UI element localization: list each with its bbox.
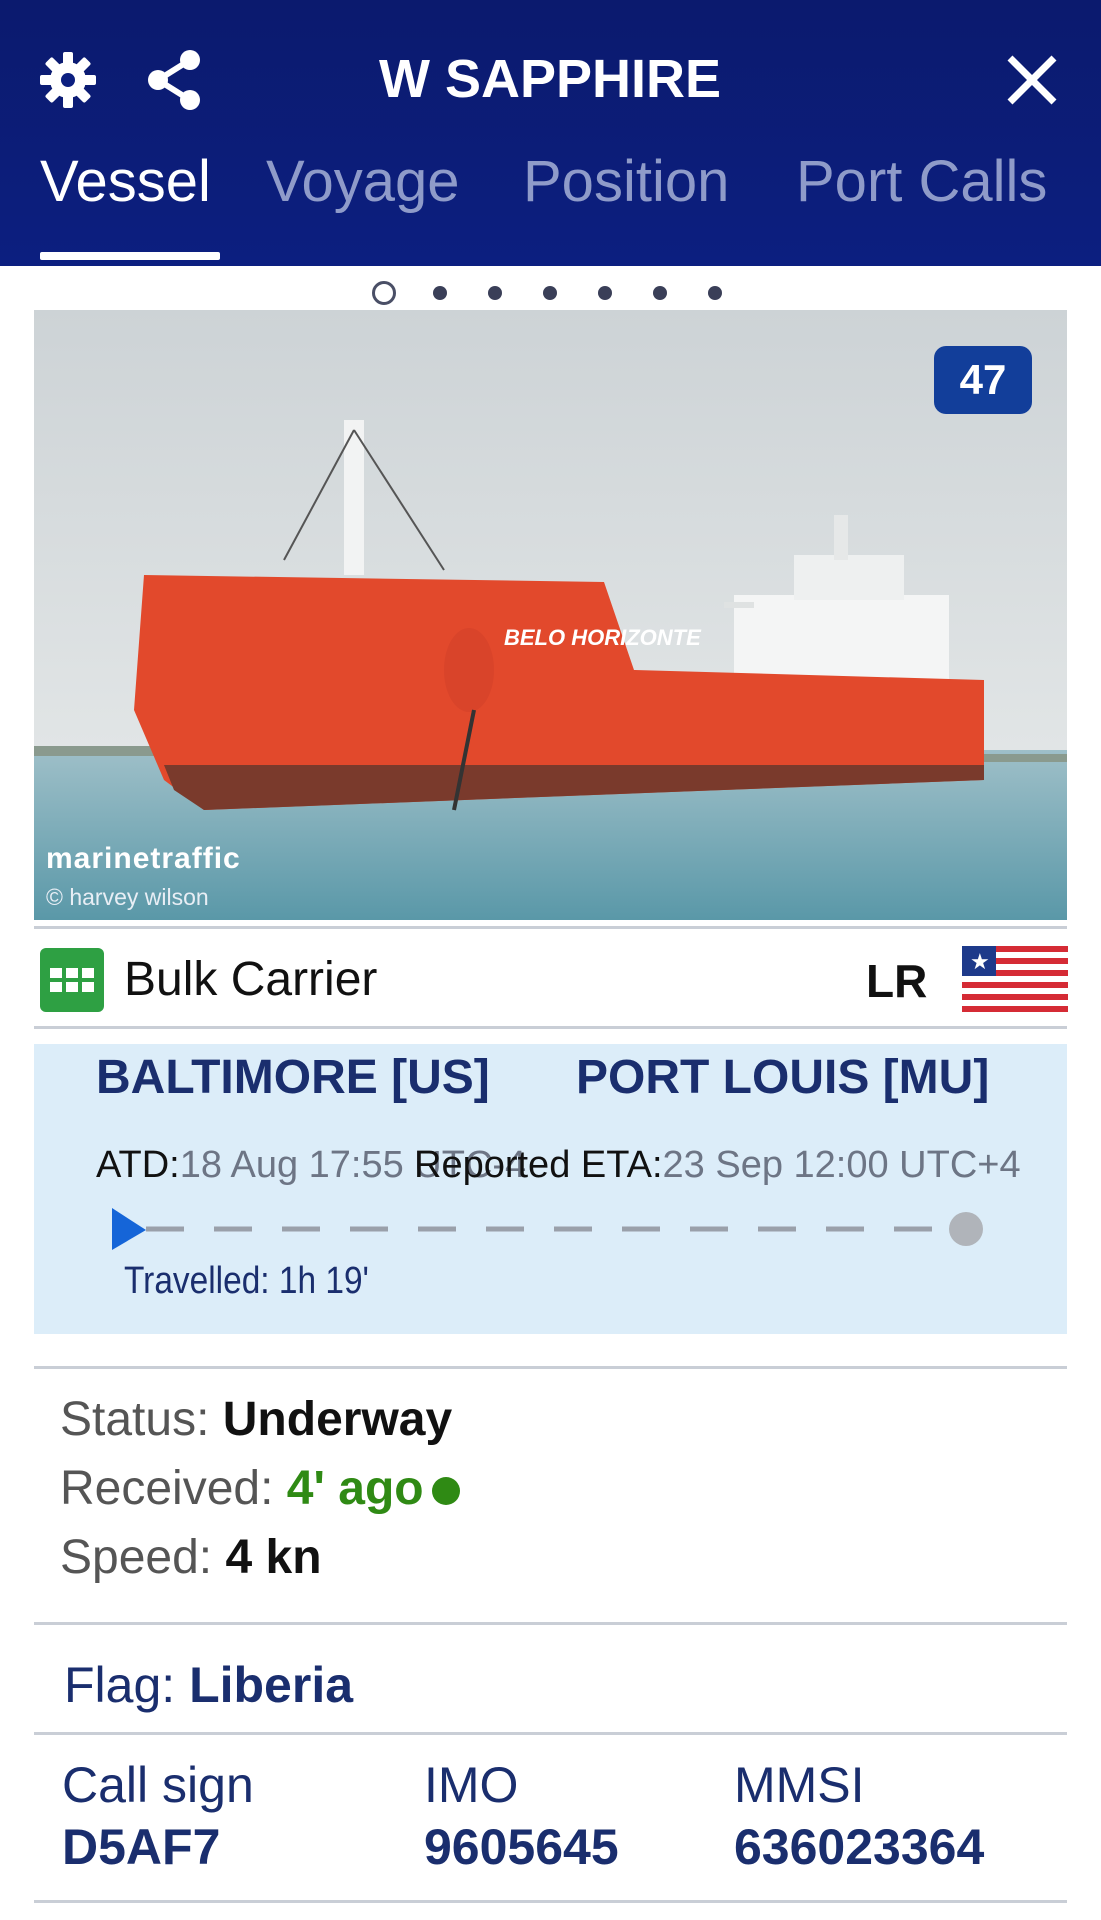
flag-label: Flag: <box>64 1657 176 1713</box>
mmsi-block: MMSI 636023364 <box>734 1756 984 1876</box>
mmsi-value: 636023364 <box>734 1819 985 1875</box>
vessel-type-icon <box>40 948 104 1012</box>
mmsi-label: MMSI <box>734 1757 865 1813</box>
status-label: Status: <box>60 1393 210 1446</box>
pager-dot[interactable] <box>708 286 722 300</box>
divider <box>34 1026 1067 1029</box>
status-row: Status: Underway <box>60 1392 460 1447</box>
pager-dot[interactable] <box>543 286 557 300</box>
pager-dot[interactable] <box>598 286 612 300</box>
call-sign-label: Call sign <box>62 1757 254 1813</box>
divider <box>34 1622 1067 1625</box>
photo-credit: © harvey wilson <box>46 884 209 910</box>
liberia-flag-icon: ★ <box>962 946 1068 1012</box>
received-value: 4' ago <box>286 1462 424 1515</box>
vessel-title: W SAPPHIRE <box>378 49 722 109</box>
speed-row: Speed: 4 kn <box>60 1530 460 1585</box>
status-section: Status: Underway Received: 4' ago Speed:… <box>60 1392 460 1599</box>
divider <box>34 926 1067 929</box>
vessel-type-label: Bulk Carrier <box>124 953 378 1006</box>
call-sign-value: D5AF7 <box>62 1819 221 1875</box>
tab-port-calls[interactable]: Port Calls <box>796 148 1047 215</box>
flag-code: LR <box>866 955 928 1007</box>
app-header: W SAPPHIRE Vessel Voyage Position Port C… <box>0 0 1101 266</box>
watermark-logo: marinetraffic <box>46 842 241 875</box>
divider <box>34 1366 1067 1369</box>
speed-label: Speed: <box>60 1531 213 1584</box>
svg-text:★: ★ <box>970 950 990 975</box>
vessel-type-row: Bulk Carrier LR ★ <box>34 930 1068 1026</box>
atd-label: ATD: <box>96 1144 180 1186</box>
tab-position[interactable]: Position <box>523 148 729 215</box>
status-value: Underway <box>222 1393 453 1446</box>
divider <box>34 1900 1067 1903</box>
vessel-photo[interactable]: BELO HORIZONTE <box>34 310 1067 920</box>
vessel-position-marker <box>112 1208 146 1250</box>
pager-dot[interactable] <box>488 286 502 300</box>
tab-bar: Vessel Voyage Position Port Calls <box>0 148 1101 266</box>
speed-value: 4 kn <box>225 1531 322 1584</box>
received-row: Received: 4' ago <box>60 1461 460 1516</box>
close-icon[interactable] <box>1004 52 1060 108</box>
destination-marker <box>949 1212 983 1246</box>
eta-text: Reported ETA:23 Sep 12:00 UTC+4 <box>414 1144 1021 1187</box>
voyage-route-card[interactable]: BALTIMORE [US] PORT LOUIS [MU] ATD:18 Au… <box>34 1044 1067 1334</box>
departure-port[interactable]: BALTIMORE [US] <box>96 1050 490 1105</box>
voyage-progress-track <box>112 1208 983 1250</box>
tab-voyage[interactable]: Voyage <box>266 148 460 215</box>
active-tab-indicator <box>40 252 220 260</box>
live-status-dot <box>431 1477 460 1506</box>
imo-block: IMO 9605645 <box>424 1756 619 1876</box>
travelled-time: Travelled: 1h 19' <box>124 1260 369 1302</box>
flag-row: Flag: Liberia <box>64 1656 353 1714</box>
tab-vessel[interactable]: Vessel <box>40 148 211 215</box>
divider <box>34 1732 1067 1735</box>
imo-value: 9605645 <box>424 1819 619 1875</box>
pager-dot-active[interactable] <box>372 281 396 305</box>
photo-pager <box>0 278 1101 308</box>
flag-value: Liberia <box>189 1657 354 1713</box>
pager-dot[interactable] <box>653 286 667 300</box>
pager-dot[interactable] <box>433 286 447 300</box>
imo-label: IMO <box>424 1757 519 1813</box>
call-sign-block: Call sign D5AF7 <box>62 1756 254 1876</box>
photo-count-badge[interactable]: 47 <box>934 346 1032 414</box>
eta-label: Reported ETA: <box>414 1144 663 1186</box>
gear-icon[interactable] <box>36 48 100 112</box>
ship-name-on-hull: BELO HORIZONTE <box>504 625 702 650</box>
received-label: Received: <box>60 1462 274 1515</box>
eta-value: 23 Sep 12:00 UTC+4 <box>662 1144 1021 1186</box>
share-icon[interactable] <box>144 48 204 112</box>
arrival-port[interactable]: PORT LOUIS [MU] <box>576 1050 989 1105</box>
